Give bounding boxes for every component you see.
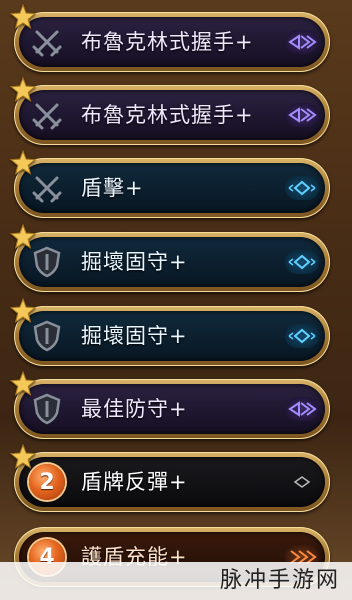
skill-name: 盾牌反彈+ <box>81 470 188 494</box>
rank-chevron-icon <box>285 103 319 127</box>
skill-card[interactable]: 掘壞固守+ <box>9 297 330 366</box>
watermark-bar: 脉冲手游网 <box>0 562 352 600</box>
star-icon <box>9 370 37 397</box>
skill-name: 盾擊+ <box>81 176 144 200</box>
star-icon <box>9 76 37 103</box>
watermark-text: 脉冲手游网 <box>219 568 340 593</box>
skill-card-inner: 最佳防守+ <box>19 384 325 434</box>
star-icon <box>9 223 37 250</box>
skill-card[interactable]: 最佳防守+ <box>9 370 330 439</box>
skill-card[interactable]: 2 盾牌反彈+ <box>9 443 330 512</box>
rank-diamond-icon <box>285 324 319 348</box>
skill-card-inner: 掘壞固守+ <box>19 311 325 361</box>
skill-card-inner: 布魯克林式握手+ <box>19 17 325 67</box>
skill-name: 最佳防守+ <box>81 397 188 421</box>
skill-card[interactable]: 布魯克林式握手+ <box>9 3 330 72</box>
skill-list: 布魯克林式握手+ 布魯克林式握手+ 盾擊+ 掘壞固守+ 掘壞固守+ 最佳防守+ … <box>0 0 352 600</box>
star-icon <box>9 443 37 470</box>
rank-diamond-outline-icon <box>285 470 319 494</box>
star-icon <box>9 3 37 30</box>
skill-card-inner: 盾擊+ <box>19 163 325 213</box>
skill-card[interactable]: 掘壞固守+ <box>9 223 330 292</box>
rank-diamond-icon <box>285 176 319 200</box>
rank-chevron-icon <box>285 30 319 54</box>
skill-card-inner: 2 盾牌反彈+ <box>19 457 325 507</box>
skill-name: 布魯克林式握手+ <box>81 103 254 127</box>
star-icon <box>9 149 37 176</box>
skill-name: 布魯克林式握手+ <box>81 30 254 54</box>
rank-diamond-icon <box>285 250 319 274</box>
skill-name: 掘壞固守+ <box>81 250 188 274</box>
skill-card[interactable]: 布魯克林式握手+ <box>9 76 330 145</box>
skill-card-inner: 布魯克林式握手+ <box>19 90 325 140</box>
skill-card[interactable]: 盾擊+ <box>9 149 330 218</box>
star-icon <box>9 297 37 324</box>
skill-card-inner: 掘壞固守+ <box>19 237 325 287</box>
rank-chevron-icon <box>285 397 319 421</box>
skill-name: 掘壞固守+ <box>81 324 188 348</box>
